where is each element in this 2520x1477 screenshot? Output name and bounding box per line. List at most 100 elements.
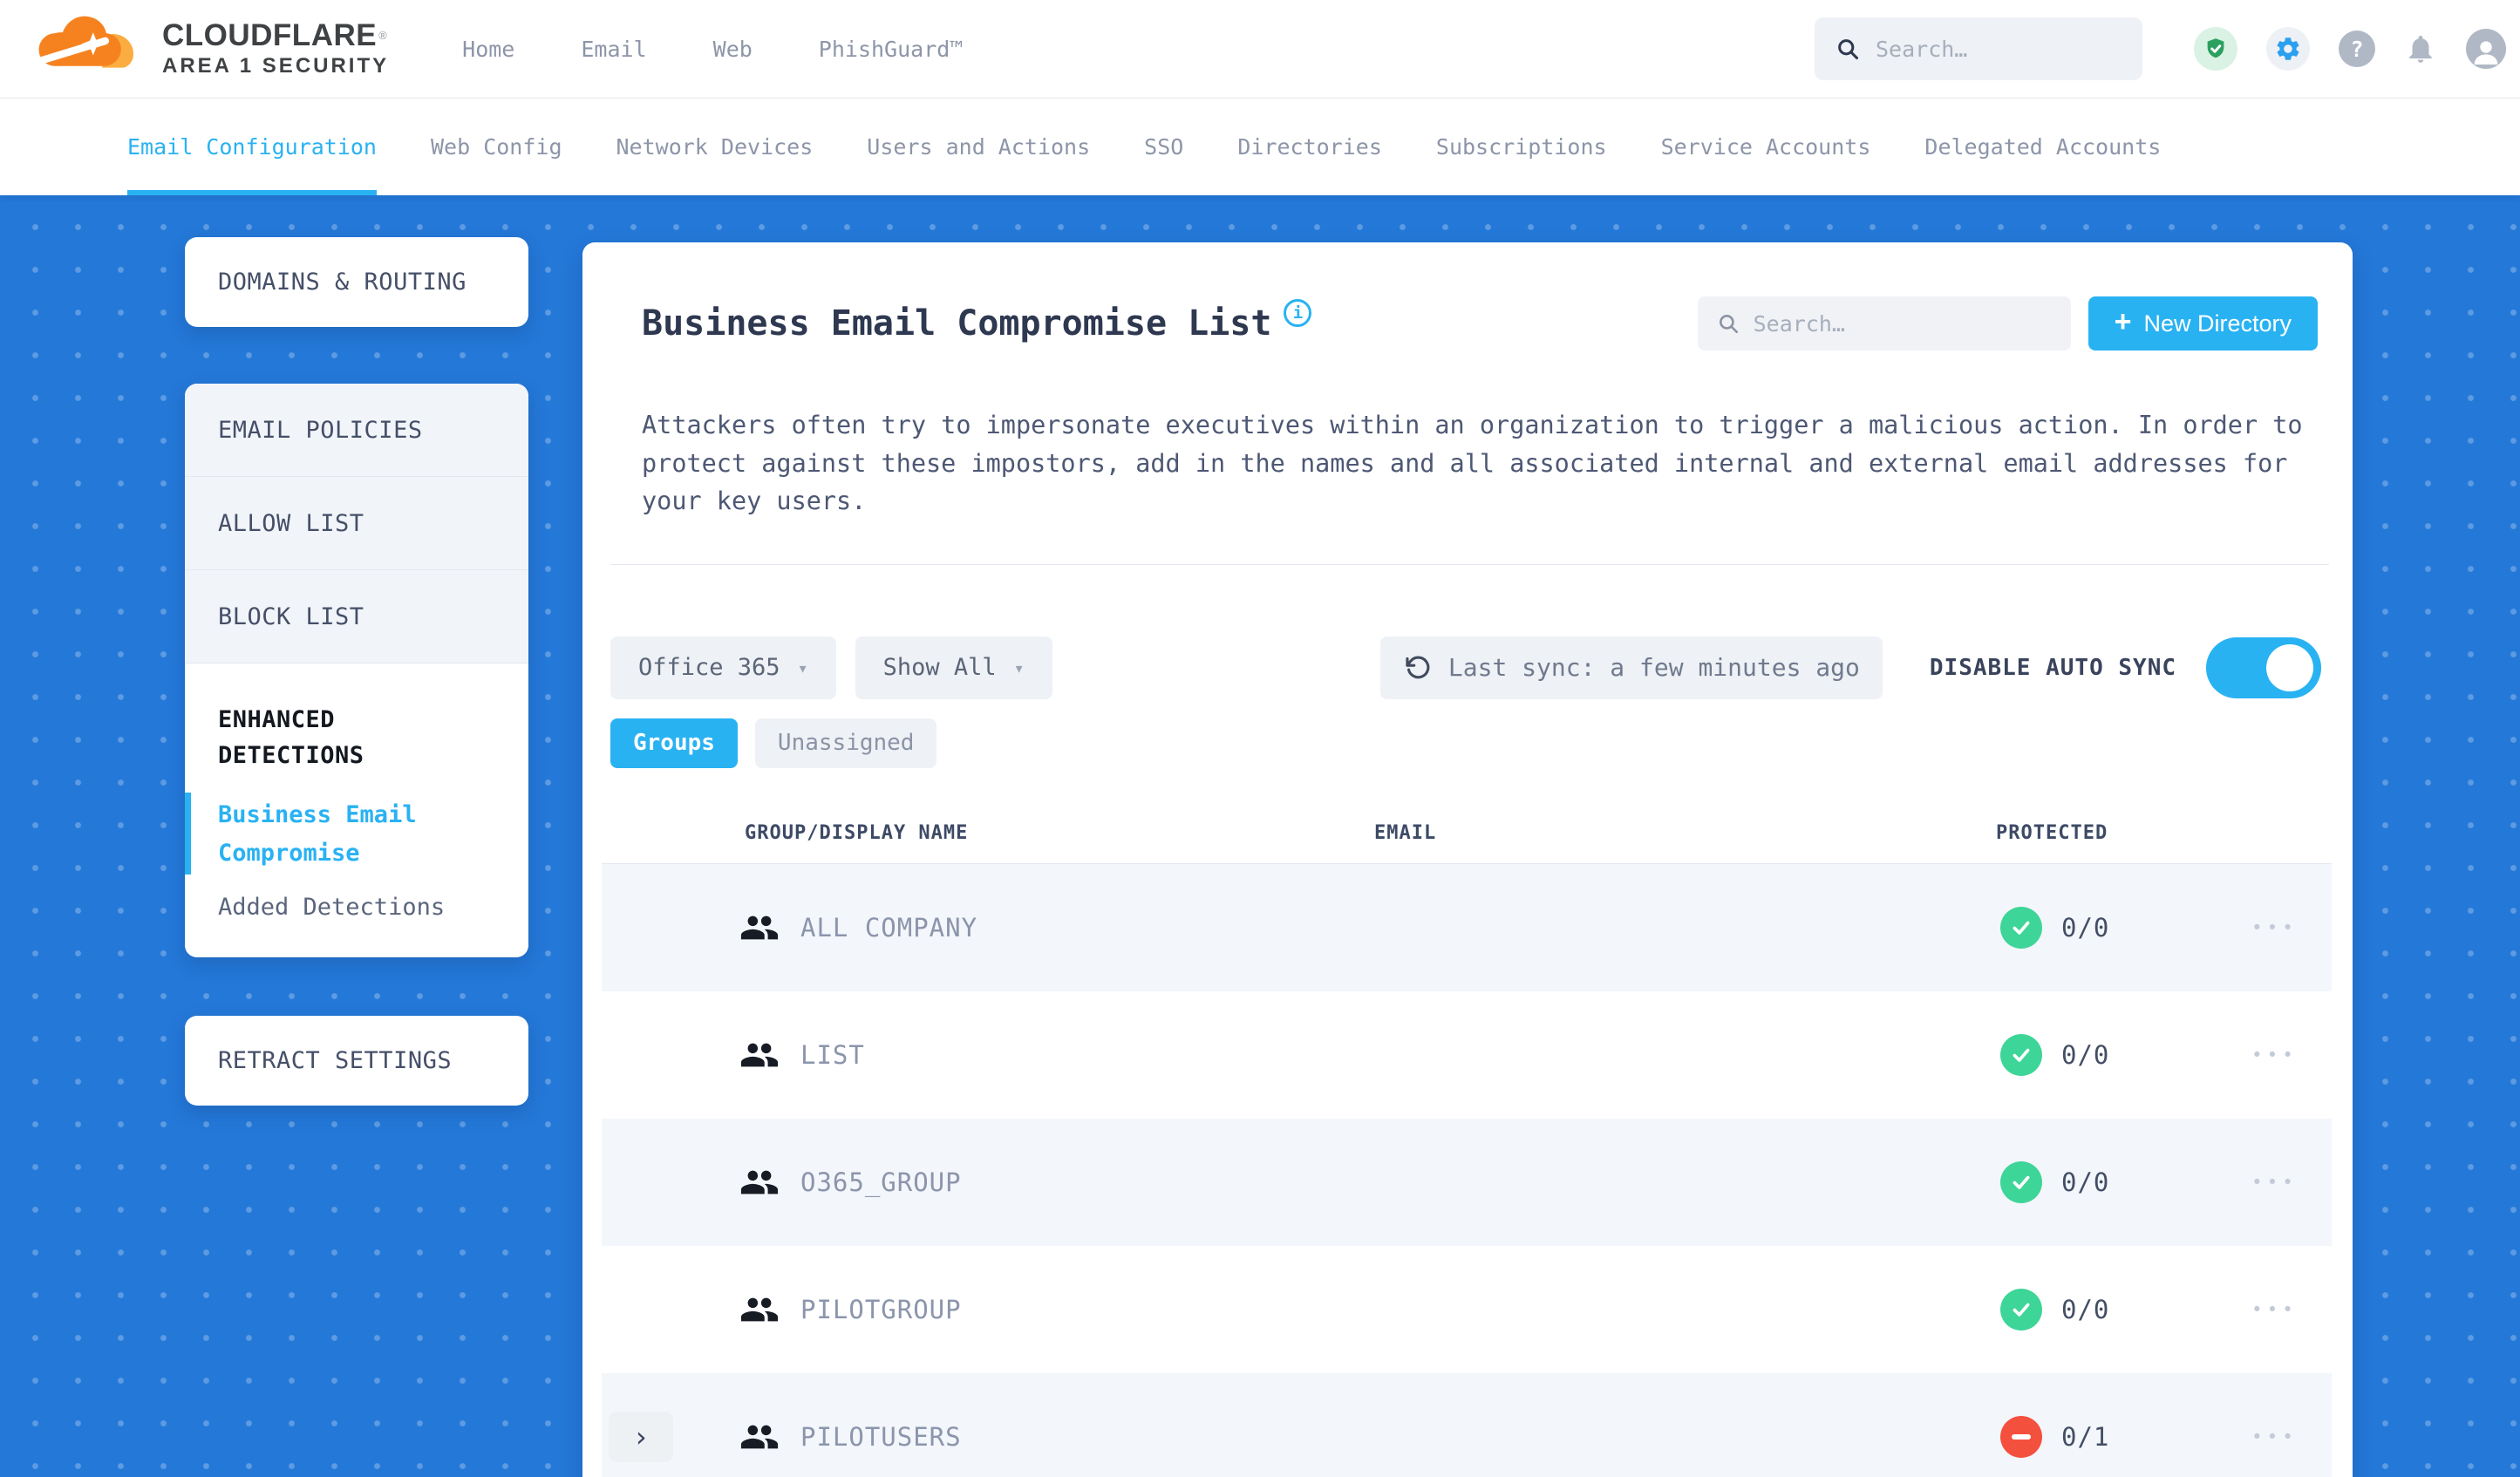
- brand-name: CLOUDFLARE ®: [162, 17, 388, 52]
- sidebar-item-domains-routing[interactable]: DOMAINS & ROUTING: [185, 237, 528, 327]
- top-bar: CLOUDFLARE ® AREA 1 SECURITY Home Email W…: [0, 0, 2520, 99]
- view-tab-unassigned[interactable]: Unassigned: [754, 718, 937, 768]
- tab-service-accounts[interactable]: Service Accounts: [1661, 99, 1871, 195]
- user-avatar[interactable]: [2466, 29, 2506, 69]
- chevron-down-icon: ▾: [1013, 657, 1025, 678]
- protected-count: 0/0: [2061, 1294, 2110, 1324]
- nav-web[interactable]: Web: [713, 37, 753, 62]
- person-icon: [2474, 41, 2498, 65]
- protected-status-icon: [2000, 1033, 2042, 1076]
- row-menu-icon[interactable]: •••: [2251, 1299, 2298, 1320]
- filters-row: Office 365 ▾ Show All ▾ Last sync: a few…: [610, 636, 2321, 699]
- view-tab-groups[interactable]: Groups: [610, 718, 738, 768]
- shield-check-icon: [2207, 38, 2224, 58]
- section-divider: [610, 563, 2329, 565]
- tab-sso[interactable]: SSO: [1144, 99, 1183, 195]
- global-search-input[interactable]: [1874, 35, 2122, 63]
- toggle-knob: [2266, 643, 2313, 691]
- visibility-select-value: Show All: [882, 654, 997, 681]
- sidebar-item-retract-settings[interactable]: RETRACT SETTINGS: [185, 1016, 528, 1106]
- group-name: PILOTGROUP: [800, 1294, 962, 1324]
- tab-directories[interactable]: Directories: [1237, 99, 1382, 195]
- settings-button[interactable]: [2266, 27, 2310, 71]
- sidebar-item-allow-list[interactable]: ALLOW LIST: [185, 477, 528, 570]
- table-header: GROUP/DISPLAY NAME EMAIL PROTECTED: [602, 815, 2332, 864]
- chevron-right-icon: ›: [632, 1419, 650, 1453]
- sidebar-item-added-detections[interactable]: Added Detections: [218, 894, 495, 921]
- protected-count: 0/0: [2061, 1167, 2110, 1197]
- title-row: Business Email Compromise List i + New D…: [582, 242, 2353, 351]
- table-row: ALL COMPANY 0/0 •••: [602, 863, 2332, 991]
- tab-network-devices[interactable]: Network Devices: [616, 99, 814, 195]
- registered-mark: ®: [378, 28, 388, 42]
- sidebar-policies-card: EMAIL POLICIES ALLOW LIST BLOCK LIST ENH…: [185, 384, 528, 957]
- active-item-indicator: [185, 793, 191, 875]
- row-menu-icon[interactable]: •••: [2251, 1426, 2298, 1447]
- tab-web-config[interactable]: Web Config: [431, 99, 562, 195]
- new-directory-button[interactable]: + New Directory: [2088, 296, 2318, 351]
- group-name: ALL COMPANY: [800, 912, 978, 943]
- table-row: O365_GROUP 0/0 •••: [602, 1118, 2332, 1246]
- top-right-controls: ?: [1815, 17, 2506, 80]
- tab-subscriptions[interactable]: Subscriptions: [1436, 99, 1607, 195]
- help-button[interactable]: ?: [2339, 31, 2375, 67]
- column-group-display-name: GROUP/DISPLAY NAME: [745, 821, 969, 844]
- tab-users-and-actions[interactable]: Users and Actions: [867, 99, 1090, 195]
- last-sync-button[interactable]: Last sync: a few minutes ago: [1379, 636, 1883, 699]
- brand-subtitle: AREA 1 SECURITY: [162, 53, 390, 78]
- protected-count: 0/0: [2061, 912, 2110, 943]
- row-menu-icon[interactable]: •••: [2251, 917, 2298, 938]
- row-menu-icon[interactable]: •••: [2251, 1172, 2298, 1193]
- notifications-bell-icon[interactable]: [2404, 32, 2437, 65]
- tab-email-configuration[interactable]: Email Configuration: [127, 99, 377, 195]
- auto-sync-label: DISABLE AUTO SYNC: [1929, 654, 2176, 681]
- column-protected: PROTECTED: [1996, 821, 2108, 844]
- sidebar-section-enhanced-detections: ENHANCED DETECTIONS Business Email Compr…: [185, 664, 528, 957]
- minus-icon: [2012, 1433, 2031, 1440]
- nav-phishguard[interactable]: PhishGuard™: [819, 37, 964, 62]
- sidebar-item-email-policies[interactable]: EMAIL POLICIES: [185, 384, 528, 477]
- nav-email[interactable]: Email: [581, 37, 646, 62]
- table-row: LIST 0/0 •••: [602, 991, 2332, 1119]
- cloudflare-logo[interactable]: CLOUDFLARE ® AREA 1 SECURITY: [33, 10, 389, 87]
- top-nav: Home Email Web PhishGuard™: [462, 37, 963, 62]
- directory-search-input[interactable]: [1751, 310, 2052, 337]
- group-name: O365_GROUP: [800, 1167, 962, 1197]
- sidebar: DOMAINS & ROUTING EMAIL POLICIES ALLOW L…: [185, 237, 528, 1106]
- sidebar-item-business-email-compromise[interactable]: Business Email Compromise: [218, 796, 495, 873]
- directory-search[interactable]: [1697, 296, 2071, 351]
- table-row: PILOTGROUP 0/0 •••: [602, 1246, 2332, 1373]
- security-status-button[interactable]: [2194, 27, 2237, 71]
- expand-row-button[interactable]: ›: [609, 1411, 673, 1462]
- refresh-icon: [1406, 656, 1430, 678]
- plus-icon: +: [2114, 304, 2132, 338]
- tab-delegated-accounts[interactable]: Delegated Accounts: [1924, 99, 2161, 195]
- search-icon: [1838, 39, 1859, 60]
- global-search[interactable]: [1815, 17, 2142, 80]
- group-name: PILOTUSERS: [800, 1421, 962, 1452]
- protected-count: 0/1: [2061, 1421, 2110, 1452]
- visibility-select[interactable]: Show All ▾: [855, 636, 1052, 699]
- group-icon: [739, 1162, 780, 1202]
- sidebar-item-block-list[interactable]: BLOCK LIST: [185, 570, 528, 664]
- row-menu-icon[interactable]: •••: [2251, 1045, 2298, 1065]
- group-icon: [739, 1290, 780, 1330]
- column-email: EMAIL: [1374, 821, 1437, 844]
- gear-icon: [2277, 37, 2299, 60]
- info-icon[interactable]: i: [1284, 299, 1312, 327]
- last-sync-label: Last sync: a few minutes ago: [1447, 653, 1860, 682]
- group-icon: [739, 1035, 780, 1075]
- nav-home[interactable]: Home: [462, 37, 514, 62]
- protected-status-icon: [2000, 1160, 2042, 1203]
- group-name: LIST: [800, 1039, 865, 1070]
- cloudflare-cloud-icon: [36, 16, 134, 68]
- brand-text: CLOUDFLARE ® AREA 1 SECURITY: [162, 17, 390, 78]
- content-area: DOMAINS & ROUTING EMAIL POLICIES ALLOW L…: [0, 195, 2520, 1477]
- protected-status-icon: [2000, 1288, 2042, 1331]
- table-row: › PILOTUSERS 0/1 •••: [602, 1372, 2332, 1477]
- sidebar-item-enhanced-detections[interactable]: ENHANCED DETECTIONS: [218, 702, 495, 773]
- group-icon: [739, 1417, 780, 1457]
- auto-sync-toggle[interactable]: [2206, 636, 2321, 698]
- directory-select-value: Office 365: [638, 654, 780, 681]
- directory-select[interactable]: Office 365 ▾: [610, 636, 836, 699]
